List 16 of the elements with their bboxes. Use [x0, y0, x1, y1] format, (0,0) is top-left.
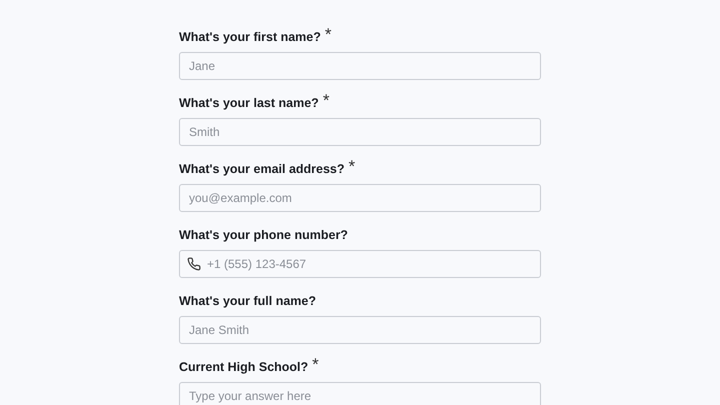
required-mark: *: [324, 27, 332, 43]
required-mark: *: [312, 357, 319, 373]
field-label: What's your full name?: [179, 293, 316, 310]
required-mark: *: [322, 93, 330, 109]
input-field[interactable]: you@example.com: [179, 184, 541, 212]
field-label: Current High School?: [179, 359, 308, 376]
field-label: What's your first name?: [179, 29, 321, 46]
input-field[interactable]: Smith: [179, 118, 541, 146]
input-field[interactable]: Type your answer here: [179, 382, 541, 405]
field-label: What's your email address?: [179, 161, 345, 178]
field-label: What's your last name?: [179, 95, 319, 112]
input-field[interactable]: Jane Smith: [179, 316, 541, 344]
field-label: What's your phone number?: [179, 227, 348, 244]
required-mark: *: [348, 159, 356, 175]
input-field[interactable]: +1 (555) 123-4567: [179, 250, 541, 278]
input-field[interactable]: Jane: [179, 52, 541, 80]
